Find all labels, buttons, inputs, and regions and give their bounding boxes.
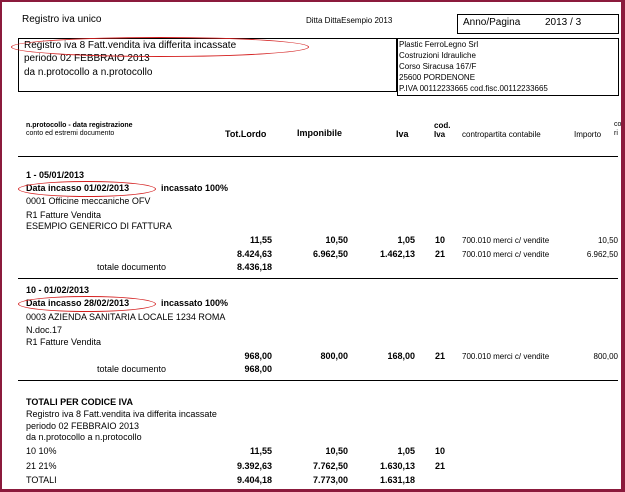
doc1-row2-importo: 6.962,50 — [586, 250, 618, 259]
col-cod-short-1: co — [614, 121, 622, 128]
col-iva-header: Iva — [396, 129, 409, 139]
doc1-description: ESEMPIO GENERICO DI FATTURA — [26, 221, 172, 231]
doc1-row1-iva: 1,05 — [397, 235, 415, 245]
col-cod-header-2: Iva — [434, 130, 446, 139]
totali-row1-cod: 10 — [435, 446, 446, 456]
doc2-causale: R1 Fatture Vendita — [26, 337, 102, 347]
col-protocol-subheader: conto ed estremi documento — [26, 130, 115, 137]
doc1-row1-contropartita: 700.010 merci c/ vendite — [462, 236, 550, 245]
totali-row2-lordo: 9.392,63 — [236, 461, 272, 471]
totali-row2-iva: 1.630,13 — [379, 461, 415, 471]
highlight-oval — [11, 37, 309, 57]
doc1-row2-imponibile: 6.962,50 — [312, 249, 348, 259]
doc1-header: 1 - 05/01/2013 — [26, 170, 85, 180]
doc2-totale-value: 968,00 — [244, 364, 272, 374]
doc1-row2-contropartita: 700.010 merci c/ vendite — [462, 250, 550, 259]
totali-row3-iva: 1.631,18 — [379, 475, 415, 485]
doc2-row1-contropartita: 700.010 merci c/ vendite — [462, 352, 550, 361]
doc1-causale: R1 Fatture Vendita — [26, 210, 102, 220]
doc2-customer: 0003 AZIENDA SANITARIA LOCALE 1234 ROMA — [26, 312, 226, 322]
totali-title: TOTALI PER CODICE IVA — [26, 397, 134, 407]
col-contropartita-header: contropartita contabile — [462, 130, 541, 139]
doc1-row1-lordo: 11,55 — [249, 235, 272, 245]
doc2-divider — [18, 380, 618, 381]
col-cod-short-2: ri — [614, 130, 618, 137]
totali-line-3: da n.protocollo a n.protocollo — [26, 432, 142, 442]
frame-right-border — [621, 0, 625, 492]
register-line-3: da n.protocollo a n.protocollo — [24, 67, 153, 78]
doc2-incasso-oval — [18, 296, 156, 312]
totali-row2-label: 21 21% — [26, 461, 57, 471]
doc1-totale-label: totale documento — [97, 262, 167, 272]
header-divider — [18, 156, 618, 157]
company-line-5: P.IVA 00112233665 cod.fisc.00112233665 — [399, 84, 548, 93]
doc1-incasso-oval — [18, 181, 156, 197]
totali-row3-lordo: 9.404,18 — [236, 475, 272, 485]
doc2-row1-importo: 800,00 — [593, 352, 618, 361]
doc1-row2-cod: 21 — [435, 249, 446, 259]
doc2-row1-cod: 21 — [435, 351, 446, 361]
doc2-incassato: incassato 100% — [161, 298, 229, 308]
doc1-row1-importo: 10,50 — [597, 236, 618, 245]
doc2-header: 10 - 01/02/2013 — [26, 285, 90, 295]
totali-row1-label: 10 10% — [26, 446, 57, 456]
company-line-2: Costruzioni Idrauliche — [399, 51, 476, 60]
col-cod-header-1: cod. — [434, 121, 451, 130]
totali-row1-iva: 1,05 — [397, 446, 415, 456]
totali-row3-label: TOTALI — [26, 475, 57, 485]
col-imponibile-header: Imponibile — [297, 128, 342, 138]
doc2-ndoc: N.doc.17 — [26, 325, 63, 335]
doc1-customer: 0001 Officine meccaniche OFV — [26, 196, 151, 206]
doc2-row1-imponibile: 800,00 — [320, 351, 348, 361]
doc2-totale-label: totale documento — [97, 364, 167, 374]
anno-pagina-label: Anno/Pagina — [463, 17, 521, 28]
company-line-4: 25600 PORDENONE — [399, 73, 476, 82]
col-protocol-header: n.protocollo - data registrazione — [26, 122, 133, 129]
totali-row3-imponibile: 7.773,00 — [312, 475, 348, 485]
doc1-row1-cod: 10 — [435, 235, 446, 245]
totali-row1-imponibile: 10,50 — [325, 446, 348, 456]
company-line-3: Corso Siracusa 167/F — [399, 62, 477, 71]
frame-left-border — [0, 0, 2, 492]
totali-row2-cod: 21 — [435, 461, 446, 471]
totali-row1-lordo: 11,55 — [249, 446, 272, 456]
col-tot-lordo-header: Tot.Lordo — [225, 129, 267, 139]
doc1-totale-value: 8.436,18 — [236, 262, 272, 272]
totali-row2-imponibile: 7.762,50 — [312, 461, 348, 471]
totali-line-1: Registro iva 8 Fatt.vendita iva differit… — [26, 409, 217, 419]
doc1-incassato: incassato 100% — [161, 183, 229, 193]
company-line-1: Plastic FerroLegno Srl — [399, 40, 479, 49]
doc2-row1-lordo: 968,00 — [244, 351, 272, 361]
doc1-row1-imponibile: 10,50 — [325, 235, 348, 245]
document-title: Registro iva unico — [22, 14, 102, 25]
doc1-row2-lordo: 8.424,63 — [236, 249, 272, 259]
doc1-row2-iva: 1.462,13 — [379, 249, 415, 259]
col-importo-header: Importo — [574, 130, 602, 139]
totali-line-2: periodo 02 FEBBRAIO 2013 — [26, 421, 140, 431]
frame-top-border — [0, 0, 625, 2]
company-name: Ditta DittaEsempio 2013 — [306, 16, 393, 25]
doc2-row1-iva: 168,00 — [387, 351, 415, 361]
doc1-divider — [18, 278, 618, 279]
anno-pagina-value: 2013 / 3 — [545, 17, 582, 28]
